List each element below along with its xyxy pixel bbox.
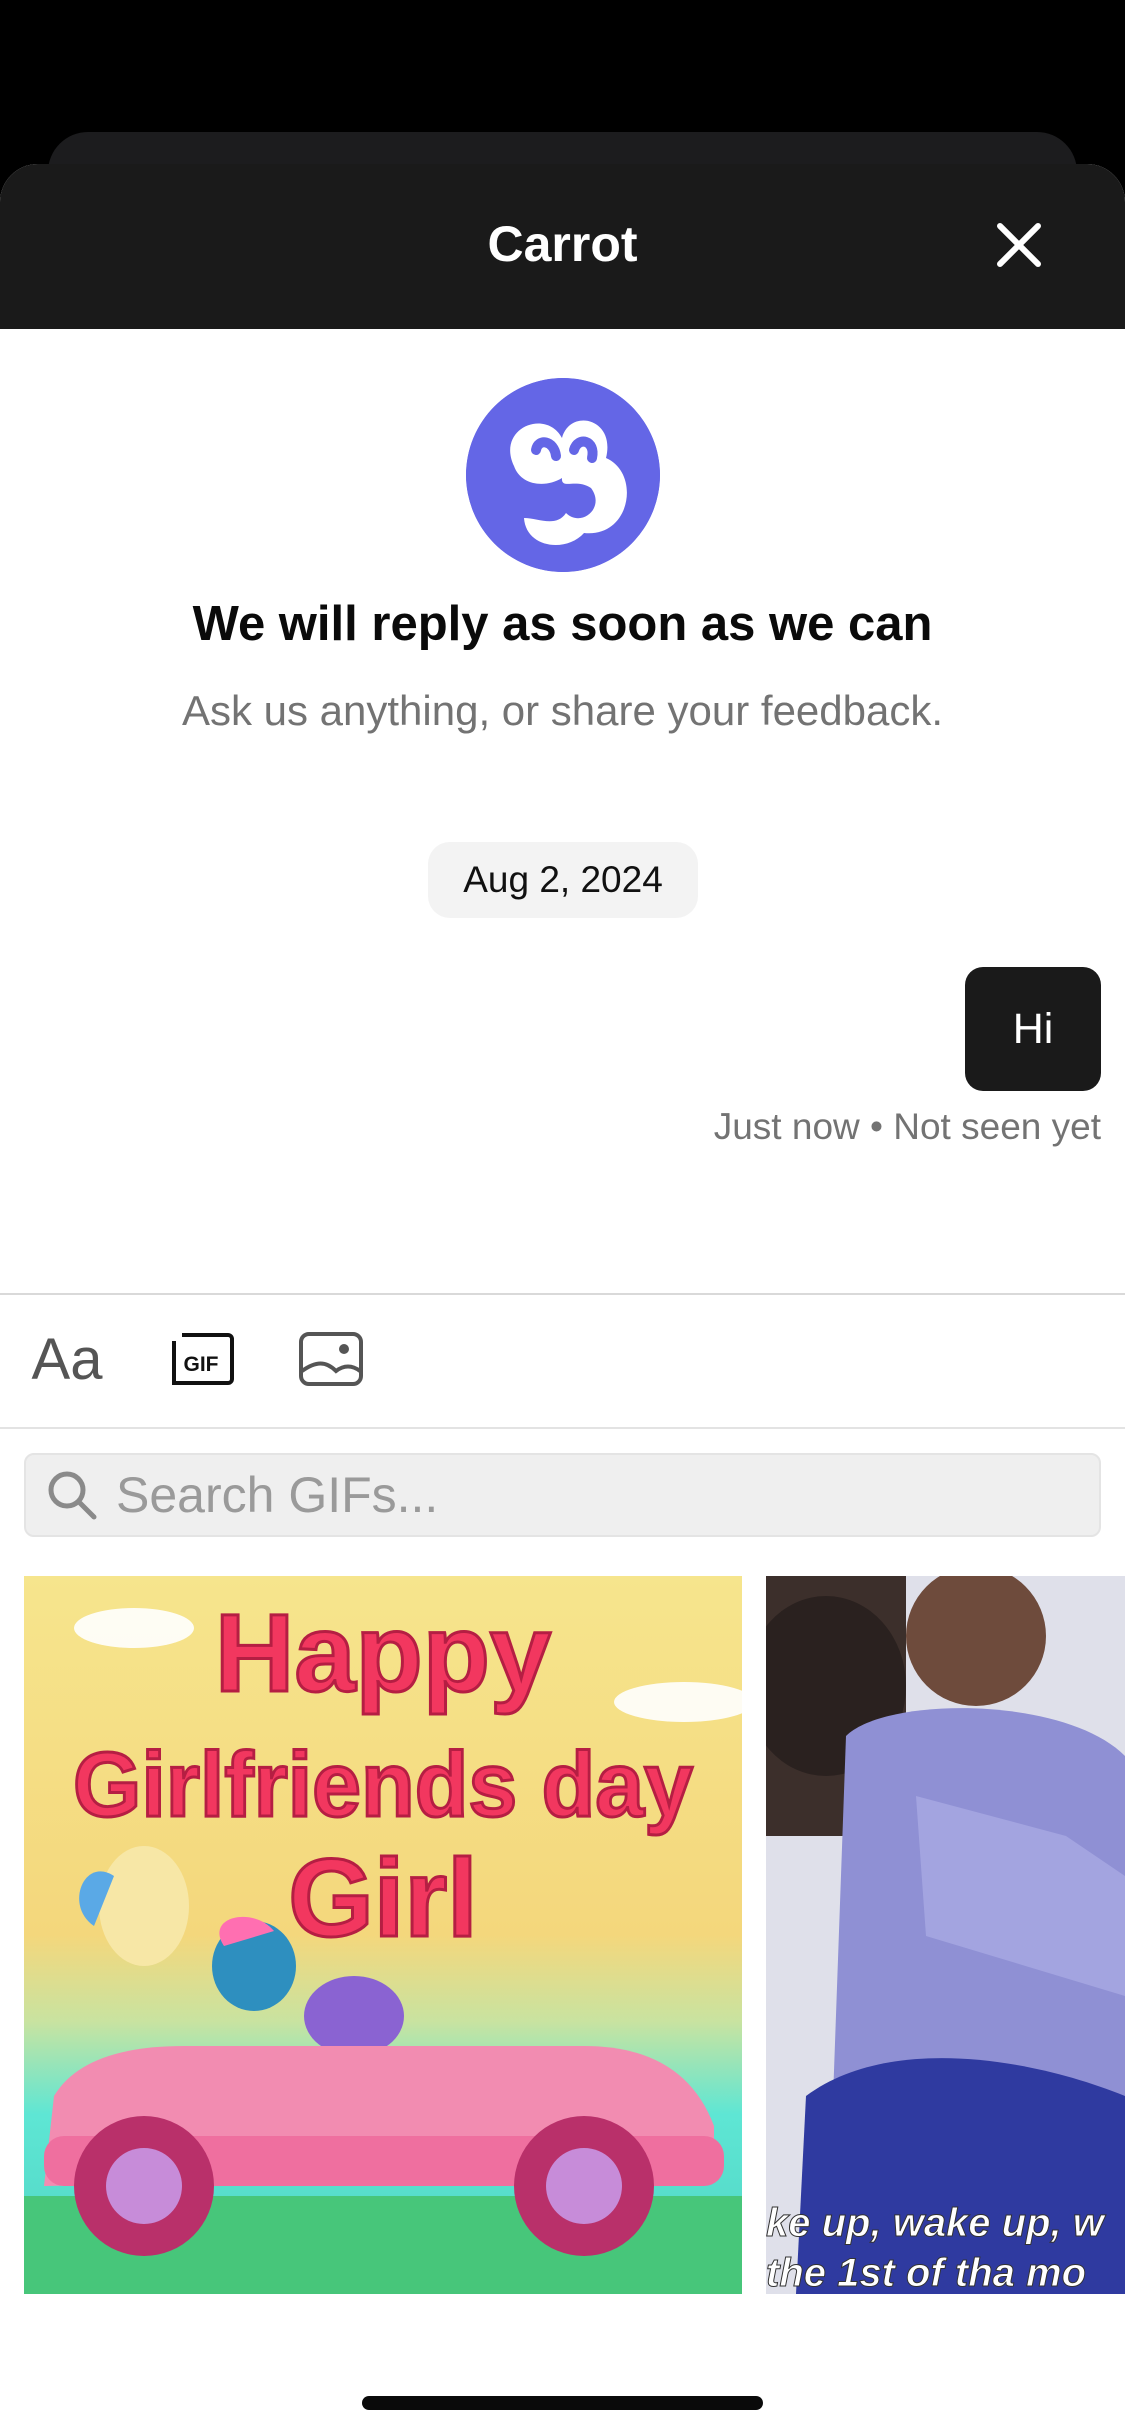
image-icon xyxy=(299,1332,363,1386)
intro-title: We will reply as soon as we can xyxy=(192,597,933,651)
gif-caption: Girlfriends day xyxy=(73,1734,693,1836)
gif-caption: ke up, wake up, w xyxy=(766,2201,1107,2245)
header-title: Carrot xyxy=(487,216,638,272)
gif-caption: the 1st of tha mo xyxy=(766,2251,1086,2294)
gif-icon: GIF xyxy=(172,1333,234,1385)
gif-caption: Girl xyxy=(288,1837,478,1960)
gif-result[interactable]: Happy Girlfriends day Girl xyxy=(24,1576,742,2294)
text-mode-button[interactable]: Aa xyxy=(28,1319,106,1399)
gif-search-input[interactable] xyxy=(116,1466,1066,1524)
search-icon xyxy=(48,1471,97,1520)
brand-logo xyxy=(466,378,660,572)
intro-subtitle: Ask us anything, or share your feedback. xyxy=(181,687,944,734)
close-icon xyxy=(997,223,1041,267)
gif-search-bar xyxy=(24,1453,1101,1537)
message-bubble[interactable]: Hi xyxy=(965,967,1101,1091)
gif-button[interactable]: GIF xyxy=(165,1319,237,1399)
gif-caption: Happy xyxy=(215,1592,551,1715)
gif-icon-label: GIF xyxy=(184,1353,219,1376)
composer-toolbar: Aa GIF xyxy=(0,1295,1125,1427)
divider xyxy=(0,1427,1125,1429)
image-button[interactable] xyxy=(295,1319,367,1399)
chat-sheet: Carrot We will reply as soon as we can A… xyxy=(0,164,1125,2436)
date-separator: Aug 2, 2024 xyxy=(428,842,698,918)
close-button[interactable] xyxy=(990,216,1048,274)
gif-result[interactable]: ke up, wake up, w the 1st of tha mo xyxy=(766,1576,1125,2294)
message-status: Just now • Not seen yet xyxy=(713,1106,1101,1147)
header-bar: Carrot xyxy=(0,164,1125,329)
home-indicator xyxy=(362,2396,763,2410)
